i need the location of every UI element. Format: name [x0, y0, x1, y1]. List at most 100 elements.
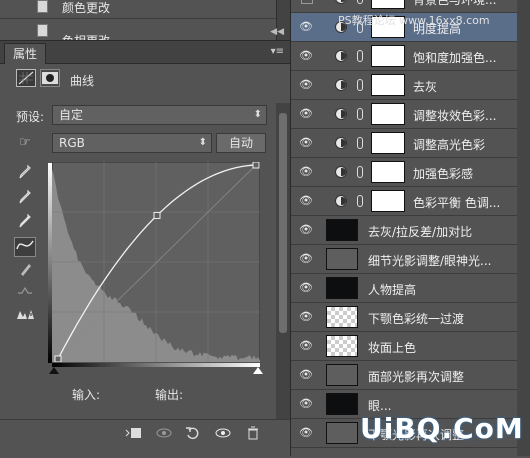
layer-row[interactable]: 👁 细节光影调整/眼神光... — [291, 245, 530, 274]
visibility-eye-icon[interactable]: 👁 — [298, 78, 314, 90]
reset-icon[interactable] — [183, 426, 203, 444]
layer-name: 加强色彩感 — [413, 165, 525, 182]
curve-control-point[interactable] — [253, 162, 259, 168]
visibility-eye-icon[interactable]: 👁 — [298, 252, 314, 264]
layer-mask-thumbnail[interactable] — [371, 0, 405, 9]
layer-thumbnail[interactable] — [326, 422, 358, 444]
layer-name: 调整高光色彩 — [413, 136, 525, 153]
preset-value: 自定 — [59, 108, 83, 122]
curve-graph[interactable] — [52, 162, 260, 362]
layer-thumbnail[interactable] — [326, 277, 358, 299]
white-point-eyedropper-icon[interactable] — [14, 213, 36, 233]
curve-control-point[interactable] — [55, 356, 61, 362]
layer-mask-thumbnail[interactable] — [371, 74, 405, 96]
visibility-eye-icon[interactable]: 👁 — [298, 107, 314, 119]
collapse-icon[interactable]: ◀◀ — [270, 27, 284, 37]
layer-mask-thumbnail[interactable] — [371, 103, 405, 125]
layer-row[interactable]: 👁 调整高光色彩 — [291, 129, 530, 158]
document-icon — [37, 24, 48, 37]
layer-row[interactable]: 👁 色彩平衡 色调... — [291, 187, 530, 216]
link-chain-icon[interactable] — [357, 79, 363, 91]
black-slider-handle[interactable] — [49, 367, 59, 374]
link-chain-icon[interactable] — [357, 50, 363, 62]
curves-adjustment-icon[interactable] — [16, 69, 36, 87]
chevron-updown-icon: ⬍ — [254, 106, 262, 124]
layers-scrollbar[interactable] — [517, 0, 530, 456]
layer-thumbnail[interactable] — [326, 248, 358, 270]
visibility-eye-icon[interactable]: 👁 — [298, 426, 314, 438]
input-label: 输入: — [72, 386, 100, 403]
white-slider-handle[interactable] — [253, 367, 263, 374]
curve-control-point[interactable] — [154, 212, 160, 218]
target-adjust-hand-icon[interactable]: ☞ — [14, 133, 36, 153]
layer-thumbnail[interactable] — [326, 393, 358, 415]
link-chain-icon[interactable] — [357, 137, 363, 149]
visibility-eye-icon[interactable] — [213, 426, 233, 444]
visibility-eye-icon[interactable]: 👁 — [298, 194, 314, 206]
visibility-eye-icon[interactable]: 👁 — [298, 310, 314, 322]
scrollbar-thumb[interactable] — [279, 113, 287, 333]
visibility-eye-icon[interactable]: 👁 — [298, 339, 314, 351]
layer-mask-thumbnail[interactable] — [371, 190, 405, 212]
layer-row[interactable]: 👁 去灰/拉反差/加对比 — [291, 216, 530, 245]
layer-mask-icon[interactable] — [40, 69, 60, 87]
layer-row[interactable]: 👁 下颚色彩统一过渡 — [291, 303, 530, 332]
vertical-gradient-bar — [48, 163, 52, 363]
visibility-eye-icon[interactable]: 👁 — [298, 223, 314, 235]
gray-point-eyedropper-icon[interactable] — [14, 189, 36, 209]
pencil-draw-icon[interactable] — [14, 261, 36, 281]
layer-row[interactable]: 👁 人物提高 — [291, 274, 530, 303]
layer-row[interactable]: 👁 去灰 — [291, 71, 530, 100]
adjustment-layer-icon — [335, 166, 347, 178]
layer-thumbnail[interactable] — [326, 306, 358, 328]
layer-name: 下颚色彩统一过渡 — [368, 310, 526, 327]
panel-title: 曲线 — [70, 72, 94, 89]
layer-row[interactable]: 👁 饱和度加强色... — [291, 42, 530, 71]
black-point-eyedropper-icon[interactable] — [14, 164, 36, 184]
clipping-warning-icon[interactable] — [14, 307, 36, 327]
visibility-eye-icon[interactable]: 👁 — [298, 397, 314, 409]
visibility-eye-icon[interactable]: 👁 — [298, 136, 314, 148]
panel-menu-icon[interactable]: ▾≡ — [271, 46, 284, 57]
properties-footer — [0, 419, 290, 458]
layer-thumbnail[interactable] — [326, 335, 358, 357]
properties-scrollbar[interactable] — [276, 103, 290, 423]
document-icon — [37, 0, 48, 13]
trash-icon[interactable] — [243, 426, 263, 444]
layer-name: 色彩平衡 色调... — [413, 194, 525, 211]
layer-thumbnail[interactable] — [326, 219, 358, 241]
clip-to-layer-icon[interactable] — [124, 426, 144, 444]
visibility-eye-icon[interactable]: 👁 — [298, 281, 314, 293]
layer-row[interactable]: 👁 妆面上色 — [291, 332, 530, 361]
adjustment-layer-icon — [335, 50, 347, 62]
link-chain-icon[interactable] — [357, 108, 363, 120]
view-previous-state-icon[interactable] — [154, 426, 174, 444]
visibility-toggle-off[interactable] — [301, 0, 313, 4]
layer-row[interactable]: 👁 面部光影再次调整 — [291, 361, 530, 390]
link-chain-icon[interactable] — [357, 166, 363, 178]
layer-row[interactable]: 👁 调整妆效色彩... — [291, 100, 530, 129]
link-chain-icon[interactable] — [357, 0, 363, 4]
layer-mask-thumbnail[interactable] — [371, 45, 405, 67]
layer-thumbnail[interactable] — [326, 364, 358, 386]
watermark-text: PS教程论坛 www.16xx8.com — [338, 12, 490, 28]
tab-properties[interactable]: 属性 — [4, 43, 46, 64]
layer-mask-thumbnail[interactable] — [371, 161, 405, 183]
layer-row[interactable]: 👁 加强色彩感 — [291, 158, 530, 187]
layer-mask-thumbnail[interactable] — [371, 132, 405, 154]
visibility-eye-icon[interactable]: 👁 — [298, 165, 314, 177]
visibility-eye-icon[interactable]: 👁 — [298, 368, 314, 380]
visibility-eye-icon[interactable]: 👁 — [298, 20, 314, 32]
smooth-curve-icon[interactable] — [14, 284, 36, 304]
auto-button[interactable]: 自动 — [216, 133, 266, 153]
edit-points-curve-icon[interactable] — [14, 237, 36, 257]
link-chain-icon[interactable] — [357, 195, 363, 207]
channel-select[interactable]: RGB ⬍ — [52, 133, 212, 153]
preset-select[interactable]: 自定 ⬍ — [52, 105, 267, 125]
adjustment-layer-icon — [335, 79, 347, 91]
adjustment-layer-icon — [335, 137, 347, 149]
history-item[interactable]: 色相更改 — [0, 18, 290, 41]
history-item[interactable]: 颜色更改 — [0, 0, 290, 19]
visibility-eye-icon[interactable]: 👁 — [298, 49, 314, 61]
properties-tabbar: 属性 ◀◀ ▾≡ — [0, 41, 290, 64]
